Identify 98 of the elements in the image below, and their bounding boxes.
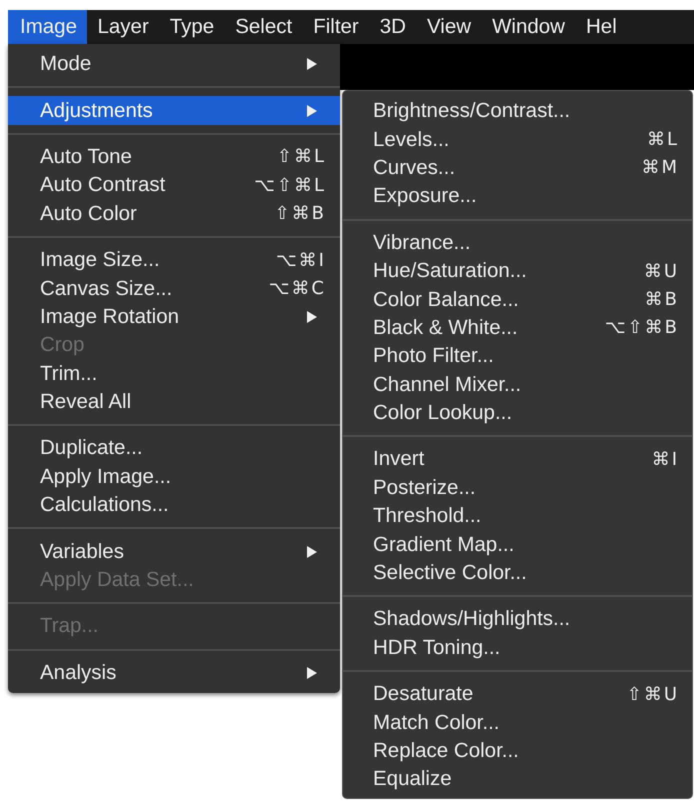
menu-item-label: Equalize [373,767,453,792]
menu-item[interactable]: Color Lookup... [343,398,692,428]
menu-bar-item[interactable]: 3D [369,10,416,44]
menu-item-label: Curves... [373,156,456,180]
shortcut-label: ⌘L [646,129,679,150]
menu-item[interactable]: Auto Color ⇧⌘B [8,200,340,228]
menu-item-label: Auto Contrast [40,173,166,198]
menu-item[interactable]: Adjustments [8,96,340,125]
menu-item[interactable]: Replace Color... [343,736,692,766]
menu-item[interactable]: Apply Image... [8,462,340,492]
menu-item-label: Levels... [373,128,450,152]
shortcut-label: ⇧⌘U [626,684,679,705]
shortcut-label: ⌘I [652,448,679,470]
menu-item[interactable]: Color Balance... ⌘B [343,285,692,314]
shortcut-label: ⌘M [641,157,679,178]
shortcut-label: ⌥⇧⌘L [254,174,326,196]
menu-item[interactable]: Image Rotation [8,302,340,332]
menu-bar-item[interactable]: View [416,10,482,44]
menu-item-label: HDR Toning... [373,636,502,660]
menu-item[interactable]: Exposure... [343,182,692,211]
menu-item-label: Reveal All [40,390,132,414]
shortcut-label: ⌥⇧⌘B [604,317,679,338]
shortcut-label: ⌥⌘I [276,250,326,271]
menu-item[interactable]: Shadows/Highlights... [343,605,692,634]
menu-item-label: Auto Tone [40,144,133,169]
menu-item-label: Match Color... [373,710,500,735]
menu-bar-item[interactable]: Type [159,10,225,44]
menu-item[interactable]: Desaturate ⇧⌘U [343,680,692,708]
shortcut-label: ⌘B [644,289,679,310]
menu-item[interactable]: Posterize... [343,474,692,502]
menu-item-label: Image Rotation [40,304,180,329]
menu-item-label: Selective Color... [373,561,528,586]
menu-item-label: Replace Color... [373,739,520,763]
menu-bar-item[interactable]: Select [224,10,303,44]
menu-item-label: Threshold... [373,504,482,528]
menu-item[interactable]: Vibrance... [343,228,692,257]
menu-item-label: Duplicate... [40,436,144,460]
menu-item-label: Gradient Map... [373,532,516,557]
menu-item-label: Photo Filter... [373,344,495,368]
menu-item-label: Canvas Size... [40,276,174,301]
shortcut-label: ⌘U [644,260,679,282]
menu-item-label: Channel Mixer... [373,372,522,397]
menu-item-label: Analysis [40,660,118,685]
menu-item-label: Trap... [40,614,100,638]
menu-item-label: Variables [40,540,125,564]
menu-item-label: Hue/Saturation... [373,259,528,284]
menu-item[interactable]: Selective Color... [343,558,692,588]
menu-bar-item[interactable]: Layer [86,10,160,44]
menu-item[interactable]: Photo Filter... [343,342,692,371]
menu-item[interactable]: Duplicate... [8,434,340,463]
menu-item-label: Apply Data Set... [40,568,195,592]
menu-item-label: Image Size... [40,248,161,272]
menu-item[interactable]: Black & White... ⌥⇧⌘B [343,314,692,342]
menu-item[interactable]: Hue/Saturation... ⌘U [343,256,692,286]
menu-item-label: Auto Color [40,202,138,226]
menu-item[interactable]: Levels... ⌘L [343,125,692,154]
menu-bar-item[interactable]: Filter [302,10,370,44]
menu-item[interactable]: Auto Tone ⇧⌘L [8,142,340,172]
menu-item-label: Apply Image... [40,464,172,489]
menu-bar-item[interactable]: Window [482,10,576,44]
menu-item-label: Color Lookup... [373,401,514,426]
menu-item[interactable]: Invert ⌘I [343,445,692,474]
menu-item-label: Trim... [40,362,98,386]
menu-item[interactable]: Curves... ⌘M [343,154,692,182]
menu-item-label: Adjustments [40,98,154,123]
menu-item[interactable]: Match Color... [343,708,692,737]
menu-bar-item[interactable]: Hel [575,10,628,44]
menu-item-label: Desaturate [373,682,474,706]
menu-item[interactable]: Reveal All [8,388,340,416]
menu-bar-item[interactable]: Image [8,10,87,44]
menu-item[interactable]: Equalize [343,765,692,794]
menu-item[interactable]: Trim... [8,360,340,388]
menu-item-label: Color Balance... [373,288,520,312]
menu-item[interactable]: HDR Toning... [343,634,692,662]
menu-item[interactable]: Channel Mixer... [343,370,692,399]
menu-item[interactable]: Auto Contrast ⌥⇧⌘L [8,171,340,200]
menu-item[interactable]: Canvas Size... ⌥⌘C [8,274,340,303]
menu-item[interactable]: Image Size... ⌥⌘I [8,246,340,274]
shortcut-label: ⇧⌘B [274,203,326,224]
menu-item[interactable]: Gradient Map... [343,530,692,559]
menu-item[interactable]: Threshold... [343,502,692,530]
menu-item[interactable]: Variables [8,537,340,566]
menu-item[interactable]: Calculations... [8,491,340,520]
menu-item-label: Vibrance... [373,230,472,255]
shortcut-label: ⌥⌘C [268,278,326,300]
menu-item-label: Exposure... [373,184,478,208]
menu-item-label: Brightness/Contrast... [373,99,572,124]
menu-item-label: Black & White... [373,316,519,340]
menu-item-label: Invert [373,447,426,472]
menu-item-label: Calculations... [40,493,170,518]
menu-item-label: Crop [40,333,86,358]
shortcut-label: ⇧⌘L [276,146,326,168]
menu-item[interactable]: Brightness/Contrast... [343,97,692,126]
menu-item-label: Posterize... [373,476,477,500]
menu-item[interactable]: Mode [8,50,340,78]
menu-item-label: Mode [40,52,92,76]
menu-item[interactable]: Analysis [8,658,340,688]
menu-item-label: Shadows/Highlights... [373,607,572,632]
